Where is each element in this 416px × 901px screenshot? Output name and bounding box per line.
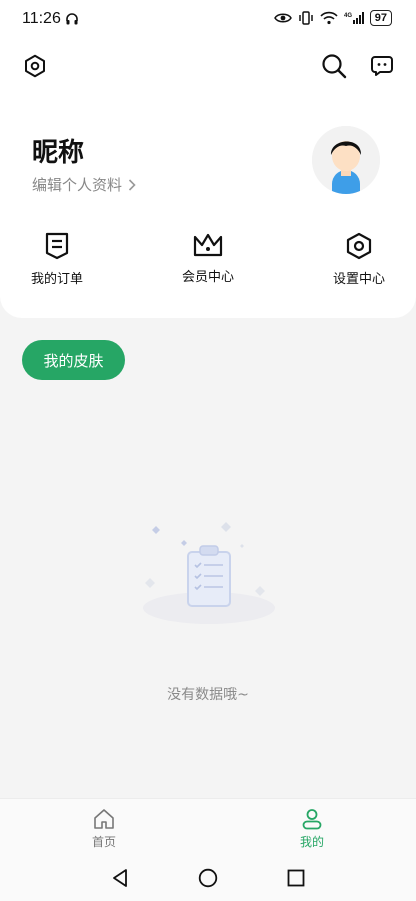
order-icon — [45, 232, 69, 260]
system-home-button[interactable] — [192, 866, 224, 890]
system-back-button[interactable] — [104, 866, 136, 890]
message-button[interactable] — [366, 50, 398, 82]
avatar[interactable] — [312, 126, 380, 194]
tab-home-label: 首页 — [91, 835, 116, 849]
settings-center-label: 设置中心 — [332, 272, 385, 287]
my-orders-button[interactable]: 我的订单 — [12, 232, 102, 287]
my-orders-label: 我的订单 — [30, 272, 83, 287]
home-icon — [94, 809, 114, 829]
my-skin-button[interactable]: 我的皮肤 — [22, 340, 125, 380]
chevron-right-icon — [128, 178, 136, 191]
network-type: 4G — [344, 13, 352, 19]
status-time: 11:26 — [22, 10, 79, 28]
user-icon — [302, 809, 322, 830]
nickname: 昵称 — [32, 138, 85, 168]
settings-center-button[interactable]: 设置中心 — [314, 232, 404, 287]
battery-level: 97 — [369, 10, 392, 26]
eye-icon — [273, 13, 292, 23]
wifi-icon — [320, 11, 338, 25]
system-recents-button[interactable] — [280, 866, 312, 890]
empty-clipboard-illustration — [143, 522, 275, 624]
avatar-image — [312, 126, 380, 194]
membership-center-label: 会员中心 — [181, 270, 234, 285]
headphones-icon — [66, 13, 78, 25]
membership-center-button[interactable]: 会员中心 — [163, 232, 253, 285]
profile-panel: 11:26 4G 97 昵称 编辑个人资料 我的订单 会员中心 设置中心 — [0, 0, 416, 318]
search-icon — [322, 54, 347, 79]
search-button[interactable] — [318, 50, 350, 82]
home-circle-icon — [198, 868, 218, 888]
tab-mine-label: 我的 — [299, 835, 324, 849]
settings-button[interactable] — [19, 50, 51, 82]
back-triangle-icon — [113, 869, 127, 887]
edit-profile-link[interactable]: 编辑个人资料 — [32, 174, 136, 195]
message-icon — [371, 56, 393, 76]
vibrate-icon — [299, 11, 313, 25]
status-bar: 11:26 4G 97 — [0, 0, 416, 40]
tab-home[interactable]: 首页 — [64, 807, 144, 850]
hexagon-gear-icon — [25, 54, 45, 78]
tab-mine[interactable]: 我的 — [272, 807, 352, 850]
empty-state-text: 没有数据哦~ — [167, 687, 249, 703]
recents-square-icon — [287, 869, 305, 887]
edit-profile-label: 编辑个人资料 — [32, 176, 123, 194]
quick-actions: 我的订单 会员中心 设置中心 — [0, 232, 416, 292]
signal-icon: 4G — [344, 12, 364, 24]
status-time-text: 11:26 — [22, 10, 61, 27]
settings-hexagon-icon — [346, 232, 372, 260]
crown-icon — [193, 233, 223, 257]
status-icons: 4G 97 — [273, 10, 392, 26]
